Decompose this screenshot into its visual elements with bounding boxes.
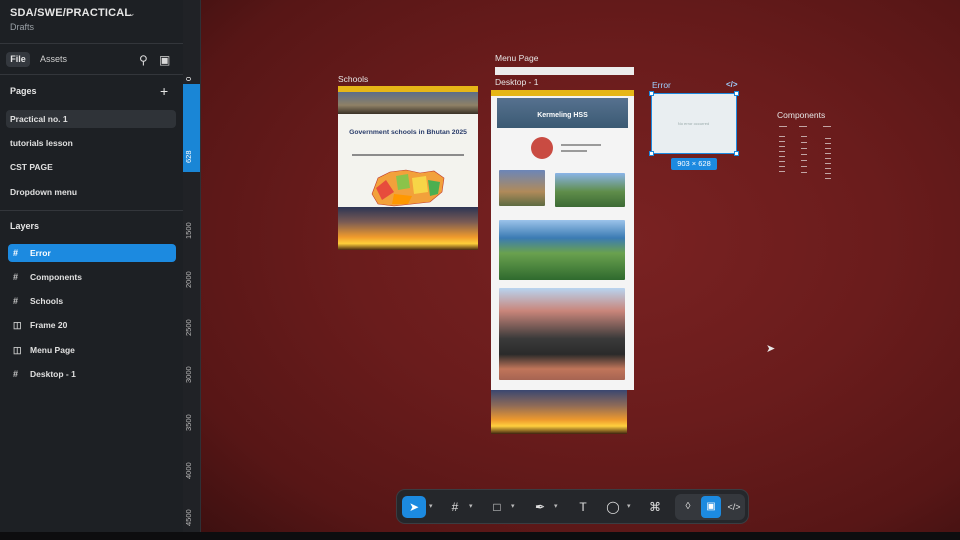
ruler-tick: 2500 <box>184 319 193 337</box>
frame-icon: # <box>13 369 19 379</box>
text-placeholder <box>352 154 464 156</box>
layer-label: Schools <box>30 296 64 306</box>
comment-tool-icon[interactable]: ◯ <box>603 496 623 518</box>
divider <box>0 74 183 75</box>
tab-file[interactable]: File <box>6 52 30 67</box>
frame-menu-page[interactable] <box>495 67 634 75</box>
divider <box>0 210 183 211</box>
frame-tool-icon[interactable]: # <box>445 496 465 518</box>
principal-photo <box>531 137 553 159</box>
layer-menu-page[interactable]: ◫ Menu Page <box>8 341 176 359</box>
search-icon[interactable]: ⚲ <box>139 54 148 66</box>
layer-label: Desktop - 1 <box>30 369 76 379</box>
text-placeholder <box>561 150 587 152</box>
assembly-photo <box>499 288 625 380</box>
monitor-bezel <box>0 532 960 540</box>
pen-tool-icon[interactable]: ✒ <box>530 496 550 518</box>
chevron-down-icon[interactable]: ▾ <box>429 496 433 518</box>
ruler-tick: 628 <box>184 150 193 164</box>
ruler-tick: 4500 <box>184 509 193 527</box>
error-text: No error occurred <box>677 121 710 126</box>
frame-label-schools[interactable]: Schools <box>338 74 368 84</box>
tab-assets[interactable]: Assets <box>40 52 67 67</box>
sunset-image <box>338 207 478 250</box>
bhutan-map-image <box>371 169 445 207</box>
chevron-down-icon[interactable]: ▾ <box>554 496 558 518</box>
text-placeholder <box>561 144 601 146</box>
page-item-cst-page[interactable]: CST PAGE <box>6 158 176 176</box>
bottom-toolbar: ➤ ▾ # ▾ □ ▾ ✒ ▾ T ◯ ▾ ⌘ ◊ ▣ </> <box>396 489 749 524</box>
layer-frame-20[interactable]: ◫ Frame 20 <box>8 316 176 334</box>
frame-label-error[interactable]: Error <box>652 80 671 90</box>
layer-desktop-1[interactable]: # Desktop - 1 <box>8 365 176 383</box>
ruler-tick: 0 <box>184 76 193 82</box>
hero-banner: Kermeling HSS <box>497 98 628 128</box>
frame-icon: # <box>13 272 19 282</box>
ruler-tick: 2000 <box>184 271 193 289</box>
resize-handle[interactable] <box>734 91 739 96</box>
layer-label: Frame 20 <box>30 320 68 330</box>
project-title[interactable]: SDA/SWE/PRACTICAL <box>10 7 131 19</box>
schools-title: Government schools in Bhutan 2025 <box>349 129 467 136</box>
resize-handle[interactable] <box>649 91 654 96</box>
library-icon[interactable]: ▣ <box>159 54 170 66</box>
page-item-tutorials-lesson[interactable]: tutorials lesson <box>6 134 176 152</box>
ruler-tick: 1500 <box>184 222 193 240</box>
hero-image <box>338 92 478 114</box>
chevron-down-icon[interactable]: ▾ <box>627 496 631 518</box>
divider <box>0 43 183 44</box>
frame-label-components[interactable]: Components <box>777 110 825 120</box>
move-tool-icon[interactable]: ➤ <box>402 496 426 518</box>
page-item-dropdown-menu[interactable]: Dropdown menu <box>6 183 176 201</box>
left-sidebar: SDA/SWE/PRACTICAL ⌄ Drafts File Assets ⚲… <box>0 0 184 532</box>
selection-size-badge: 903 × 628 <box>671 158 717 170</box>
resize-handle[interactable] <box>734 151 739 156</box>
design-mode-icon[interactable]: ◊ <box>678 496 698 518</box>
frame-header-bar <box>491 90 634 96</box>
layer-label: Components <box>30 272 82 282</box>
ruler-tick: 4000 <box>184 462 193 480</box>
mode-switcher: ◊ ▣ </> <box>675 494 745 520</box>
frame-desktop-1[interactable]: Kermeling HSS <box>491 90 634 390</box>
flex-layout-icon: ◫ <box>13 320 22 330</box>
mouse-pointer-icon: ➤ <box>766 343 776 355</box>
frame-components[interactable] <box>777 124 837 184</box>
project-location[interactable]: Drafts <box>10 22 34 32</box>
figma-window: SDA/SWE/PRACTICAL ⌄ Drafts File Assets ⚲… <box>0 0 960 540</box>
frame-label-menu-page[interactable]: Menu Page <box>495 53 538 63</box>
ruler-tick: 3000 <box>184 366 193 384</box>
school-photo <box>499 170 545 206</box>
layer-label: Menu Page <box>30 345 75 355</box>
frame-schools[interactable]: Government schools in Bhutan 2025 <box>338 86 478 250</box>
layer-schools[interactable]: # Schools <box>8 292 176 310</box>
resize-handle[interactable] <box>649 151 654 156</box>
shape-tool-icon[interactable]: □ <box>487 496 507 518</box>
frame-icon: # <box>13 248 19 258</box>
chevron-down-icon[interactable]: ▾ <box>511 496 515 518</box>
chevron-down-icon[interactable]: ⌄ <box>128 8 136 19</box>
flex-layout-icon: ◫ <box>13 345 22 355</box>
page-item-practical-no-1[interactable]: Practical no. 1 <box>6 110 176 128</box>
campus-photo <box>499 220 625 280</box>
layer-components[interactable]: # Components <box>8 268 176 286</box>
frame-20[interactable] <box>491 390 627 434</box>
pages-heading: Pages <box>10 86 37 96</box>
frame-error[interactable]: No error occurred <box>651 93 737 154</box>
text-tool-icon[interactable]: T <box>573 496 593 518</box>
chevron-down-icon[interactable]: ▾ <box>469 496 473 518</box>
actions-tool-icon[interactable]: ⌘ <box>645 496 665 518</box>
ruler-tick: 3500 <box>184 414 193 432</box>
school-photo <box>555 173 625 207</box>
hero-title: Kermeling HSS <box>537 112 588 119</box>
layer-error[interactable]: # Error <box>8 244 176 262</box>
layers-heading: Layers <box>10 221 40 231</box>
dev-mode-icon[interactable]: </> <box>724 496 744 518</box>
frame-icon: # <box>13 296 19 306</box>
add-page-icon[interactable]: + <box>160 84 168 98</box>
frame-label-desktop-1[interactable]: Desktop - 1 <box>495 77 538 87</box>
dev-mode-icon[interactable]: </> <box>726 80 738 89</box>
draw-mode-icon[interactable]: ▣ <box>701 496 721 518</box>
layer-label: Error <box>30 248 51 258</box>
